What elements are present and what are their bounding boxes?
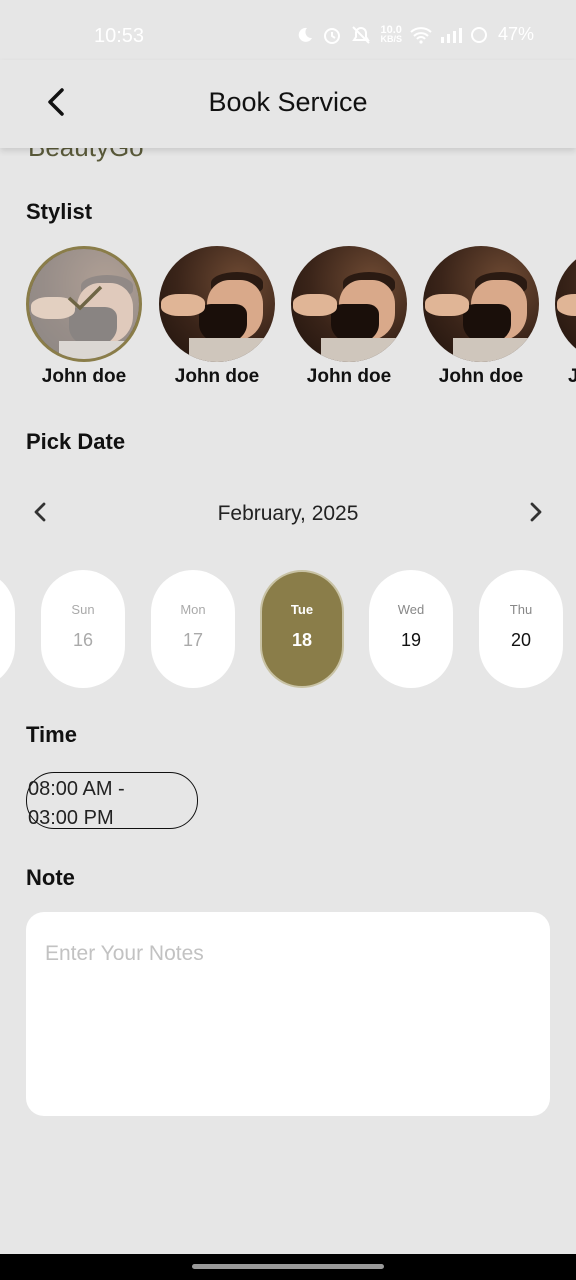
day-number: 19 [400, 630, 422, 650]
avatar [423, 246, 539, 362]
stylist-name: John doe [438, 366, 524, 387]
stylist-name: J [568, 366, 576, 387]
day-pill[interactable]: Sun 16 [41, 570, 125, 688]
day-pill[interactable]: Wed 19 [369, 570, 453, 688]
alarm-icon [322, 25, 342, 45]
status-time: 10:53 [94, 25, 145, 47]
avatar [555, 246, 576, 362]
day-of-week: Tue [290, 602, 314, 617]
avatar [159, 246, 275, 362]
stylist-list: John doe John doe John doe John doe J [26, 246, 576, 396]
battery-icon [470, 26, 488, 44]
mute-icon [350, 25, 372, 45]
app-header: Book Service [0, 60, 576, 148]
home-indicator[interactable] [192, 1264, 384, 1269]
time-slot-chip[interactable]: 08:00 AM - 03:00 PM [26, 772, 198, 829]
wifi-icon [410, 26, 432, 44]
day-of-week: Thu [509, 602, 533, 617]
day-number: 20 [510, 630, 532, 650]
stylist-name: John doe [306, 366, 392, 387]
notes-input[interactable] [26, 912, 550, 1116]
pick-date-title: Pick Date [26, 429, 126, 454]
status-icons: 10.0 KB/S 47% [296, 24, 534, 45]
day-pill[interactable] [0, 570, 15, 688]
day-picker: Sun 16 Mon 17 Tue 18 Wed 19 Thu 20 [0, 570, 576, 690]
day-pill[interactable]: Mon 17 [151, 570, 235, 688]
day-of-week: Sun [71, 602, 95, 617]
time-section-title: Time [26, 722, 77, 747]
note-section-title: Note [26, 865, 75, 890]
stylist-name: John doe [174, 366, 260, 387]
day-number: 16 [72, 630, 94, 650]
day-number: 17 [182, 630, 204, 650]
stylist-card[interactable]: John doe [26, 246, 142, 388]
day-of-week: Mon [180, 602, 206, 617]
month-label: February, 2025 [217, 502, 359, 525]
next-month-button[interactable] [522, 500, 550, 528]
stylist-card[interactable]: John doe [291, 246, 407, 388]
time-slot-label: 08:00 AM - 03:00 PM [28, 775, 198, 833]
net-speed-unit: KB/S [380, 33, 402, 44]
stylist-card[interactable]: John doe [159, 246, 275, 388]
stylist-section-title: Stylist [26, 199, 93, 224]
chevron-right-icon [529, 501, 543, 528]
moon-icon [296, 26, 314, 44]
system-nav-bar [0, 1254, 576, 1280]
day-pill[interactable]: Thu 20 [479, 570, 563, 688]
page-title: Book Service [208, 87, 368, 117]
stylist-card[interactable]: J [555, 246, 576, 388]
avatar [26, 246, 142, 362]
stylist-card[interactable]: John doe [423, 246, 539, 388]
day-pill-selected[interactable]: Tue 18 [260, 570, 344, 688]
time-slot-line1: 08:00 AM - [28, 778, 125, 800]
day-number: 18 [291, 630, 313, 650]
time-slot-line2: 03:00 PM [28, 807, 114, 829]
signal-icon [440, 27, 462, 43]
day-of-week: Wed [397, 602, 425, 617]
net-speed: 10.0 KB/S [380, 24, 402, 44]
check-icon [67, 285, 103, 316]
avatar [291, 246, 407, 362]
battery-percent: 47% [497, 24, 534, 44]
stylist-name: John doe [41, 366, 127, 387]
month-navigator: February, 2025 [26, 496, 550, 532]
